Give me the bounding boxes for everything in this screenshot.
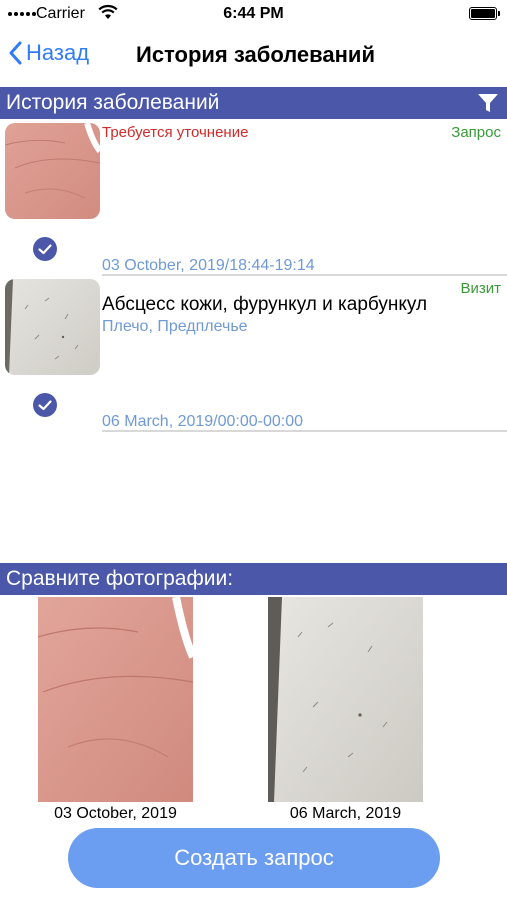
compare-photo-item[interactable]: 06 March, 2019: [268, 597, 423, 823]
compare-photo-date: 03 October, 2019: [54, 805, 177, 822]
record-date: 03 October, 2019/18:44-19:14: [102, 257, 315, 274]
record-type: Визит: [460, 280, 501, 297]
compare-photo: [268, 597, 423, 802]
compare-photo-item[interactable]: 03 October, 2019: [38, 597, 193, 823]
record-divider: [102, 274, 507, 276]
compare-section-header: Сравните фотографии:: [0, 563, 507, 595]
battery-icon: [469, 7, 500, 20]
compare-section-title: Сравните фотографии:: [6, 567, 234, 590]
record-divider: [102, 430, 507, 432]
history-section-header: История заболеваний: [0, 87, 507, 119]
compare-photo: [38, 597, 193, 802]
page-title: История заболеваний: [136, 42, 375, 67]
history-record[interactable]: Требуется уточнение Запрос 03 October, 2…: [0, 121, 507, 277]
record-photo: [5, 279, 100, 375]
check-icon[interactable]: [33, 393, 57, 417]
record-date: 06 March, 2019/00:00-00:00: [102, 413, 304, 430]
record-location: Плечо, Предплечье: [102, 318, 248, 335]
history-section-title: История заболеваний: [6, 91, 220, 114]
status-bar: Carrier 6:44 PM: [0, 0, 507, 28]
record-photo: [5, 123, 100, 219]
status-time: 6:44 PM: [223, 5, 284, 22]
record-warning: Требуется уточнение: [102, 124, 249, 141]
history-record[interactable]: Визит Абсцесс кожи, фурункул и карбункул…: [0, 277, 507, 433]
compare-photo-date: 06 March, 2019: [289, 805, 402, 822]
record-type: Запрос: [451, 124, 501, 141]
compare-photos: 03 October, 2019 06 March, 2019: [0, 597, 507, 825]
check-icon[interactable]: [33, 237, 57, 261]
filter-icon[interactable]: [477, 93, 499, 113]
navigation-bar: Назад История заболеваний: [0, 28, 507, 84]
record-diagnosis: Абсцесс кожи, фурункул и карбункул: [102, 294, 428, 315]
create-request-button[interactable]: Создать запрос: [68, 828, 440, 888]
